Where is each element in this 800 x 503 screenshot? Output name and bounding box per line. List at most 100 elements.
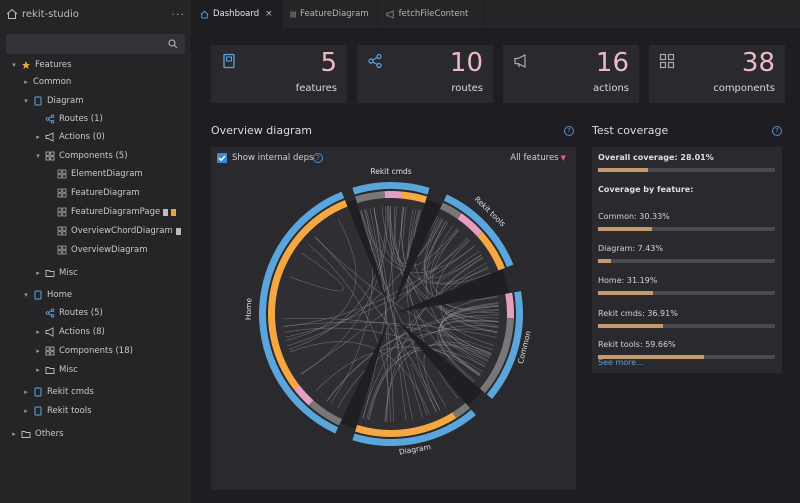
coverage-title: Test coverage [592,124,669,137]
actions-icon [45,132,54,142]
stat-label: routes [451,83,483,94]
tab-dashboard[interactable]: Dashboard × [192,0,282,28]
tree-item-label: Routes (1) [59,114,103,124]
tree-item-overviewchorddiagram[interactable]: OverviewChordDiagram [46,222,181,240]
components-icon [45,346,55,356]
grid-icon [659,53,675,69]
show-internal-label[interactable]: Show internal deps [232,153,313,163]
chevron-right-icon[interactable]: ▸ [34,366,42,374]
tree-item-label: ElementDiagram [71,169,143,179]
check-icon [218,155,226,162]
segment-band[interactable] [384,191,402,199]
chevron-down-icon[interactable]: ▾ [22,291,30,299]
coverage-bar-fill [598,324,664,328]
component-icon [57,169,67,179]
folder-icon [45,367,55,374]
see-more-link[interactable]: See more... [598,358,644,367]
show-internal-checkbox[interactable] [217,153,227,163]
coverage-feature-label: Rekit tools: 59.66% [598,340,676,349]
chevron-right-icon[interactable]: ▸ [34,328,42,336]
help-icon[interactable]: ? [772,126,782,136]
folder-icon [45,270,55,277]
chevron-right-icon[interactable]: ▸ [34,347,42,355]
stat-label: features [295,83,337,94]
tree-item-label: Components (5) [59,151,128,161]
stat-card-components[interactable]: 38 components [649,45,785,103]
coverage-by-feature-label: Coverage by feature: [598,185,694,194]
tab-label: FeatureDiagram [300,9,369,19]
help-icon[interactable]: ? [313,153,323,163]
chevron-down-icon[interactable]: ▾ [10,61,18,69]
tree-item-actions-8[interactable]: ▸ Actions (8) [34,323,105,341]
component-icon [57,245,67,255]
tree-item-components-18[interactable]: ▸ Components (18) [34,342,133,360]
tree-item-featurediagram[interactable]: FeatureDiagram [46,184,140,202]
feature-icon [34,406,42,416]
chevron-right-icon[interactable]: ▸ [34,133,42,141]
tree-item-elementdiagram[interactable]: ElementDiagram [46,165,143,183]
tree-item-featurediagrampage[interactable]: FeatureDiagramPage [46,203,177,221]
chevron-right-icon[interactable]: ▸ [10,430,18,438]
tree-item-label: Misc [59,365,78,375]
feature-icon [34,290,42,300]
sidebar: rekit-studio ··· ▾ Features ▸ Common ▾ Diagra… [0,0,192,503]
stat-card-actions[interactable]: 16 actions [503,45,639,103]
stat-value: 5 [320,48,337,78]
share-icon [368,53,382,69]
tab-fetchfilecontent[interactable]: fetchFileContent [378,0,484,28]
coverage-bar [598,227,775,231]
actions-icon [45,327,54,337]
search-icon[interactable] [168,39,178,49]
app-title: rekit-studio [22,8,79,20]
chevron-down-icon[interactable]: ▾ [34,152,42,160]
home-icon[interactable] [6,8,18,20]
coverage-feature-label: Diagram: 7.43% [598,244,663,253]
close-icon[interactable]: × [265,9,273,19]
help-icon[interactable]: ? [564,126,574,136]
tree-item-label: Others [35,429,64,439]
tree-item-common[interactable]: ▸ Common [22,73,71,91]
chord-diagram[interactable]: Rekit cmdsRekit toolsCommonDiagramHome [211,147,576,490]
tree-item-components-5[interactable]: ▾ Components (5) [34,147,128,165]
tree-item-misc[interactable]: ▸ Misc [34,264,78,282]
tree-item-others[interactable]: ▸ Others [10,425,64,443]
tree-item-rekit-tools[interactable]: ▸ Rekit tools [22,402,91,420]
tree-item-diagram[interactable]: ▾ Diagram [22,92,83,110]
style-file-icon[interactable] [175,227,181,235]
tree-item-label: Routes (5) [59,308,103,318]
tab-featurediagram[interactable]: FeatureDiagram [282,0,378,28]
tree-item-rekit-cmds[interactable]: ▸ Rekit cmds [22,383,94,401]
test-file-icon[interactable] [171,208,177,216]
tree-item-home[interactable]: ▾ Home [22,286,72,304]
stat-value: 10 [449,48,483,78]
tree-item-actions-0[interactable]: ▸ Actions (0) [34,128,105,146]
tree-item-overviewdiagram[interactable]: OverviewDiagram [46,241,148,259]
folder-icon [21,431,31,438]
chevron-right-icon[interactable]: ▸ [22,407,30,415]
style-file-icon[interactable] [163,208,169,216]
megaphone-icon [386,9,394,19]
tree-item-routes-1[interactable]: Routes (1) [34,110,103,128]
coverage-panel: Overall coverage: 28.01% Coverage by fea… [592,147,782,373]
coverage-feature-label: Rekit cmds: 36.91% [598,309,678,318]
tree-item-routes-5[interactable]: Routes (5) [34,304,103,322]
tree-item-features[interactable]: ▾ Features [10,56,71,74]
tree-item-misc[interactable]: ▸ Misc [34,361,78,379]
chevron-right-icon[interactable]: ▸ [22,78,30,86]
segment-label: Rekit cmds [370,167,411,176]
chevron-right-icon[interactable]: ▸ [34,269,42,277]
routes-icon [45,308,55,318]
stat-card-features[interactable]: 5 features [211,45,347,103]
chevron-down-icon[interactable]: ▾ [22,97,30,105]
stat-card-routes[interactable]: 10 routes [357,45,493,103]
features-icon [22,61,30,69]
search-input[interactable] [6,34,185,54]
tree-item-label: Components (18) [59,346,133,356]
feature-filter-dropdown[interactable]: All features ▼ [510,153,566,163]
feature-icon [34,96,42,106]
more-menu-icon[interactable]: ··· [172,8,186,21]
overview-title: Overview diagram [211,124,313,137]
chevron-right-icon[interactable]: ▸ [22,388,30,396]
coverage-bar-fill [598,168,648,172]
coverage-bar-fill [598,227,652,231]
